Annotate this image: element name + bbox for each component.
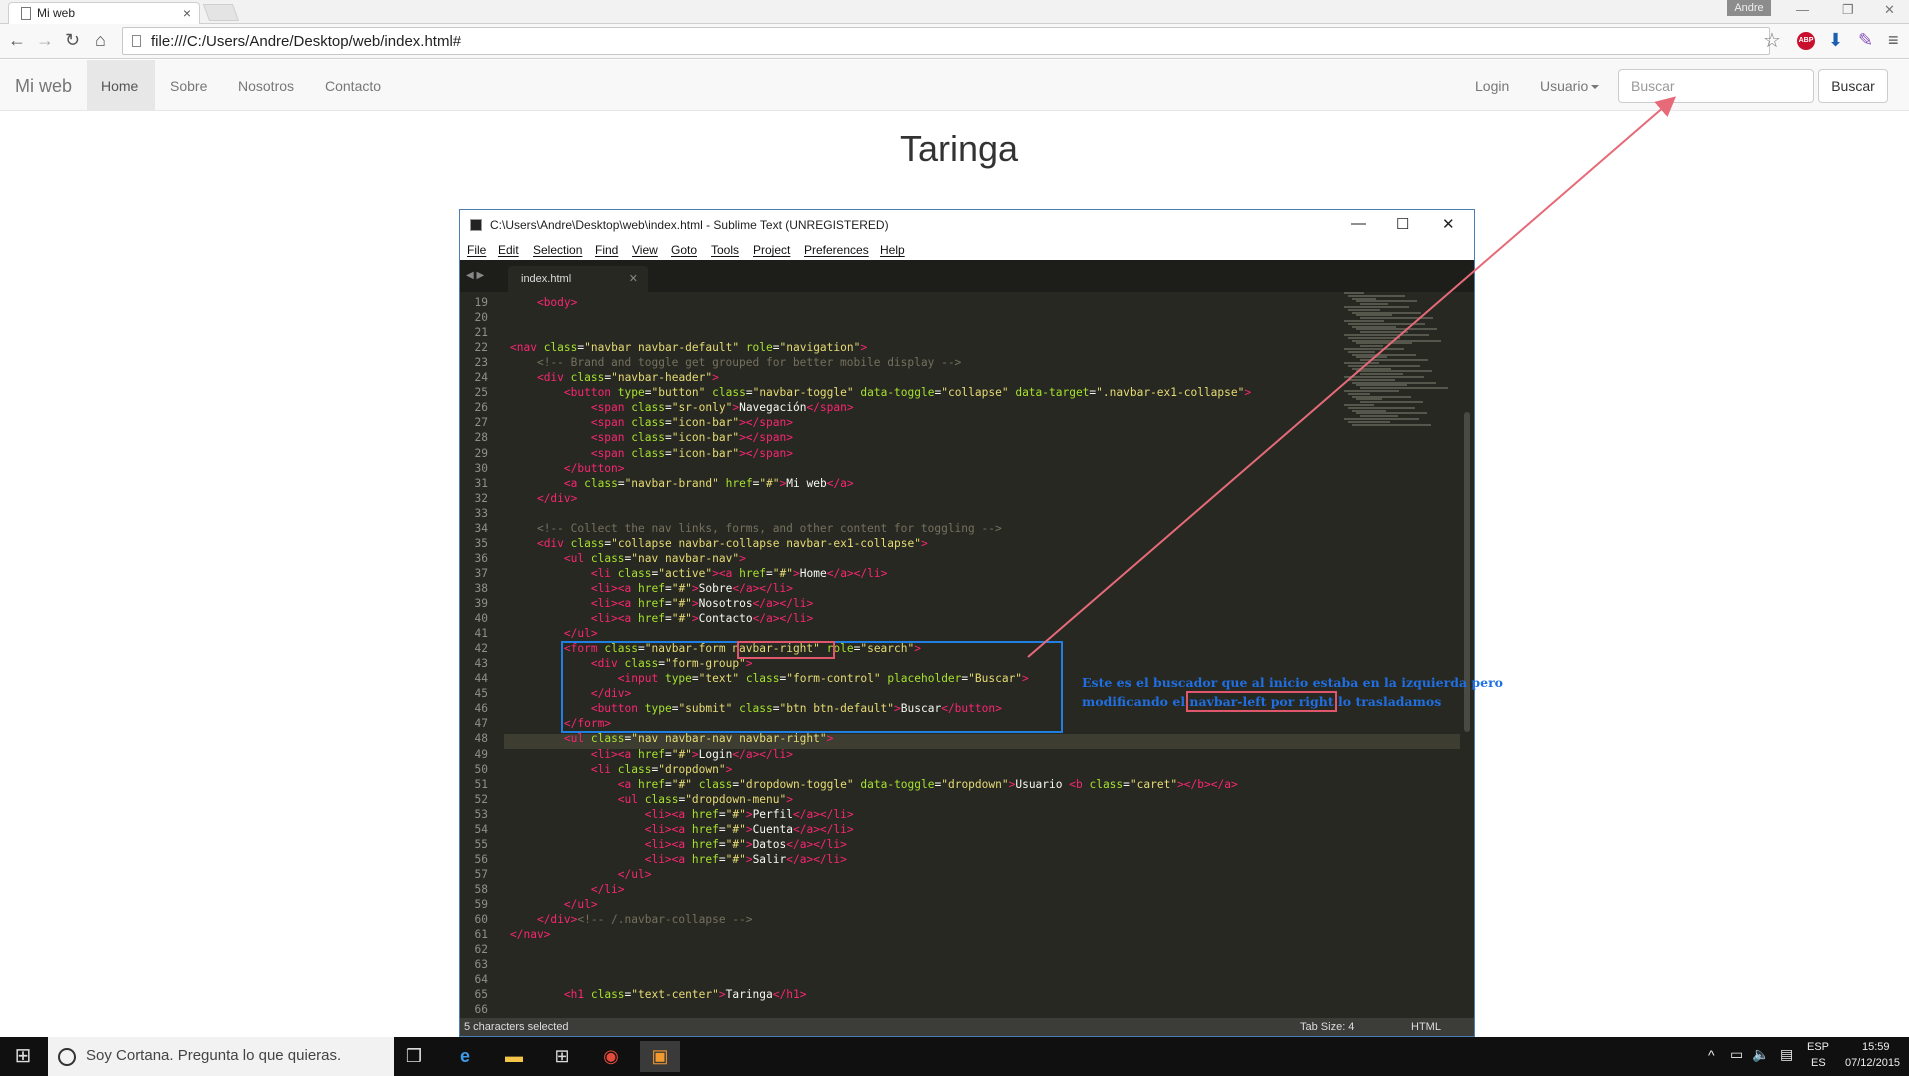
sublime-taskbar-icon[interactable]: ▣	[640, 1041, 680, 1072]
cortana-icon	[58, 1048, 76, 1066]
action-center-icon[interactable]: ▤	[1780, 1046, 1793, 1063]
edge-icon[interactable]: e	[445, 1041, 485, 1072]
cortana-search-box[interactable]: Soy Cortana. Pregunta lo que quieras.	[48, 1037, 394, 1076]
chrome-icon[interactable]: ◉	[591, 1041, 631, 1072]
network-icon[interactable]: ▭	[1730, 1046, 1743, 1063]
volume-icon[interactable]: 🔈	[1752, 1046, 1769, 1063]
tray-chevron-icon[interactable]: ^	[1708, 1047, 1715, 1063]
store-icon[interactable]: ⊞	[542, 1041, 582, 1072]
windows-taskbar: ⊞ Soy Cortana. Pregunta lo que quieras. …	[0, 1037, 1909, 1076]
task-view-icon[interactable]: ❒	[394, 1041, 434, 1072]
windows-start-icon[interactable]: ⊞	[3, 1041, 43, 1072]
lang-bottom[interactable]: ES	[1811, 1057, 1826, 1069]
clock-time[interactable]: 15:59	[1862, 1041, 1890, 1053]
clock-date[interactable]: 07/12/2015	[1845, 1057, 1900, 1069]
annotation-arrow	[1027, 96, 1677, 658]
lang-top[interactable]: ESP	[1807, 1041, 1829, 1053]
file-explorer-icon[interactable]: ▬	[494, 1041, 534, 1072]
cortana-placeholder: Soy Cortana. Pregunta lo que quieras.	[86, 1047, 342, 1064]
